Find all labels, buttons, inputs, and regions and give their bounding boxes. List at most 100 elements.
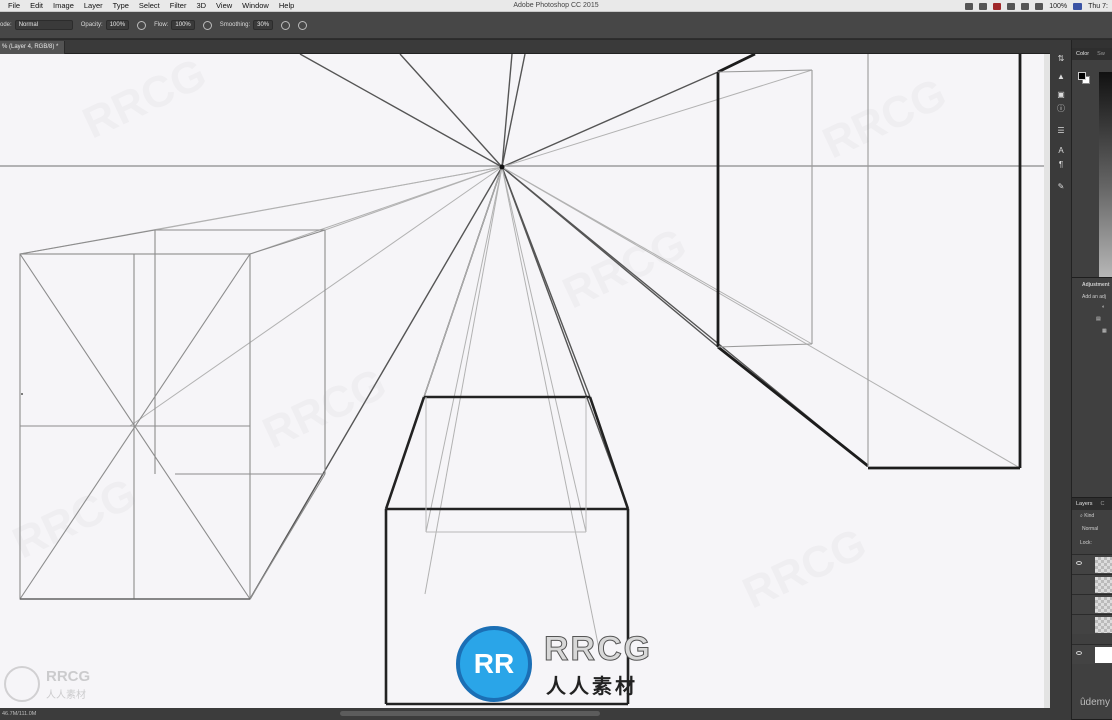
menu-3d[interactable]: 3D (191, 0, 211, 12)
gear-icon[interactable] (281, 20, 291, 30)
udemy-logo: ûdemy (1079, 697, 1110, 708)
mode-select[interactable]: Normal (14, 20, 73, 30)
wifi-icon[interactable] (1021, 2, 1030, 10)
flag-icon[interactable] (1073, 2, 1083, 10)
info-icon[interactable]: ⓘ (1055, 104, 1067, 114)
adjustments-panel: Adjustment Add an adj ◐ ▤ ▦ (1072, 278, 1112, 498)
layer-row[interactable] (1072, 574, 1112, 594)
corner-watermark: RRCG 人人素材 (4, 664, 114, 704)
flow-field: Flow: 100% (154, 20, 195, 30)
pressure-size-icon[interactable] (298, 20, 308, 30)
document-tab[interactable]: % (Layer 4, RGB/8) * (0, 41, 66, 54)
tool-preset-icon[interactable]: ✎ (1055, 182, 1067, 192)
system-status: 100% Thu 7: (965, 0, 1108, 12)
tab-layers[interactable]: Layers (1072, 498, 1097, 510)
menu-help[interactable]: Help (274, 0, 299, 12)
doc-size[interactable]: 46.7M/111.0M (2, 711, 36, 717)
color-panel: Color Sw (1072, 48, 1112, 278)
corner-logo-subtext: 人人素材 (46, 690, 86, 701)
foreground-color-swatch[interactable] (1078, 72, 1086, 80)
layer-thumbnail (1095, 557, 1112, 573)
layer-lock-label: Lock: (1080, 540, 1092, 546)
tab-channels[interactable]: C (1097, 498, 1109, 510)
properties-icon[interactable]: ☰ (1055, 126, 1067, 136)
layer-row-background[interactable] (1072, 644, 1112, 664)
curves-icon[interactable]: ▦ (1102, 328, 1107, 334)
rrcg-emblem: RR (456, 626, 532, 702)
volume-icon[interactable] (1035, 2, 1044, 10)
vanishing-rays-strong (249, 54, 869, 600)
panel-dock: ⇅ ▲ ▣ ⓘ ☰ A ¶ ✎ Color Sw Adjustment Add … (1050, 40, 1112, 720)
opacity-field: Opacity: 100% (80, 20, 130, 30)
layer-blend-mode[interactable]: Normal (1082, 526, 1098, 532)
corner-logo-text: RRCG (46, 668, 91, 685)
levels-icon[interactable]: ▤ (1096, 316, 1101, 322)
color-spectrum[interactable] (1099, 72, 1112, 277)
layer-kind-filter[interactable]: ⌕ Kind (1080, 513, 1094, 519)
menu-view[interactable]: View (211, 0, 237, 12)
adjustments-hint: Add an adj (1082, 294, 1106, 300)
menu-window[interactable]: Window (237, 0, 274, 12)
history-icon[interactable]: ⇅ (1055, 54, 1067, 64)
airbrush-icon[interactable] (202, 20, 212, 30)
corner-emblem (4, 666, 40, 702)
pressure-opacity-icon[interactable] (137, 20, 147, 30)
clock[interactable]: Thu 7: (1088, 3, 1108, 10)
right-wall (716, 54, 1022, 470)
mode-label: ode: (0, 22, 12, 28)
layer-thumbnail (1095, 597, 1112, 613)
smoothing-field: Smoothing: 30% (219, 20, 274, 30)
color-panel-tabs: Color Sw (1072, 48, 1112, 60)
brightness-icon[interactable]: ◐ (1102, 304, 1105, 310)
document-tab-bar: % (Layer 4, RGB/8) * (0, 40, 1050, 54)
battery-percent[interactable]: 100% (1049, 3, 1067, 10)
menu-filter[interactable]: Filter (165, 0, 192, 12)
brush-preset-icon[interactable]: ▣ (1055, 90, 1067, 100)
panel-icon-strip: ⇅ ▲ ▣ ⓘ ☰ A ¶ ✎ (1050, 40, 1072, 720)
eye-icon[interactable] (1076, 651, 1082, 655)
bluetooth-icon[interactable] (1007, 2, 1016, 10)
rrcg-logo-subtext: 人人素材 (546, 674, 638, 698)
tab-color[interactable]: Color (1072, 48, 1093, 60)
status-bar: 46.7M/111.0M (0, 708, 1050, 720)
tab-swatches[interactable]: Sw (1093, 48, 1109, 60)
layer-row[interactable] (1072, 554, 1112, 574)
stopwatch-icon[interactable] (979, 2, 988, 10)
layer-thumbnail (1095, 647, 1112, 663)
menu-image[interactable]: Image (48, 0, 79, 12)
paragraph-icon[interactable]: ¶ (1055, 160, 1067, 170)
layers-panel-tabs: Layers C (1072, 498, 1112, 510)
menu-select[interactable]: Select (134, 0, 165, 12)
menu-type[interactable]: Type (108, 0, 134, 12)
layer-row[interactable] (1072, 614, 1112, 634)
menu-layer[interactable]: Layer (79, 0, 108, 12)
menu-file[interactable]: File (3, 0, 25, 12)
menu-list: File Edit Image Layer Type Select Filter… (0, 0, 299, 12)
adjustments-title[interactable]: Adjustment (1082, 282, 1110, 288)
vanishing-point (499, 164, 505, 170)
record-icon[interactable] (993, 2, 1002, 10)
flow-label: Flow: (154, 22, 169, 28)
smoothing-label: Smoothing: (219, 22, 251, 28)
vanishing-rays-light (19, 69, 1021, 655)
horizontal-scrollbar[interactable] (340, 711, 600, 716)
smoothing-input[interactable]: 30% (253, 20, 274, 30)
menu-bar: File Edit Image Layer Type Select Filter… (0, 0, 1112, 12)
photoshop-window: File Edit Image Layer Type Select Filter… (0, 0, 1112, 720)
menu-edit[interactable]: Edit (25, 0, 48, 12)
opacity-input[interactable]: 100% (105, 20, 130, 30)
perspective-drawing (0, 54, 1050, 706)
left-box (19, 229, 326, 600)
layer-thumbnail (1095, 577, 1112, 593)
canvas[interactable]: RRCG RRCG RRCG RRCG RRCG RRCG (0, 54, 1050, 708)
opacity-label: Opacity: (80, 22, 103, 28)
histogram-icon[interactable]: ▲ (1055, 72, 1067, 82)
layer-thumbnail (1095, 617, 1112, 633)
tool-options-bar: ode: Normal Opacity: 100% Flow: 100% Smo… (0, 12, 1112, 39)
eye-icon[interactable] (1076, 561, 1082, 565)
character-icon[interactable]: A (1055, 146, 1067, 156)
layer-row[interactable] (1072, 594, 1112, 614)
dropbox-icon[interactable] (965, 2, 974, 10)
flow-input[interactable]: 100% (171, 20, 195, 30)
rrcg-logo-text: RRCG (543, 630, 653, 669)
